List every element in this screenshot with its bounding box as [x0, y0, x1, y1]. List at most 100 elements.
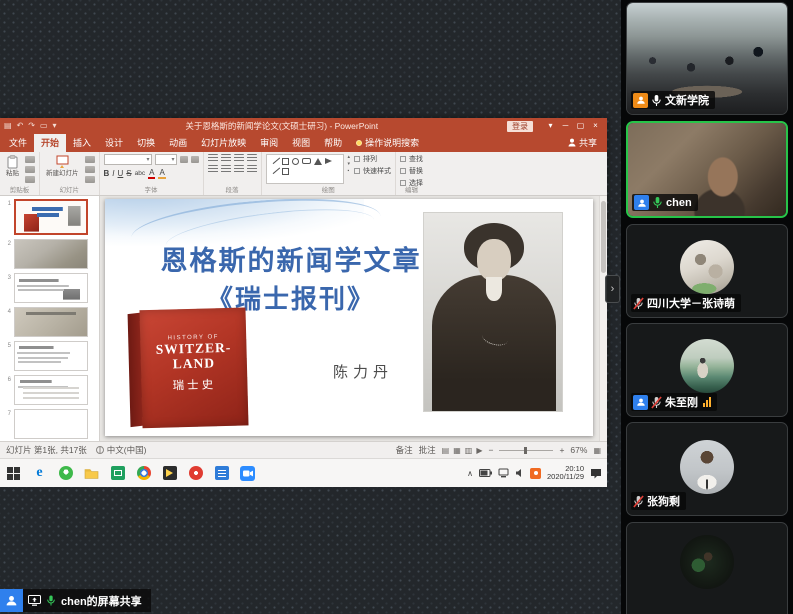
redo-icon[interactable]: ↷ [28, 121, 35, 131]
slide-scrollbar[interactable] [599, 196, 607, 441]
security-tray-icon[interactable] [530, 467, 542, 479]
shrink-font-icon[interactable] [190, 156, 199, 163]
slide-sorter-view-icon[interactable]: ▦ [453, 446, 461, 455]
tab-review[interactable]: 审阅 [253, 134, 285, 152]
comments-button[interactable]: 批注 [419, 444, 436, 456]
arrange-button[interactable]: 排列 [354, 154, 391, 164]
zoom-slider[interactable] [499, 446, 554, 454]
green-app-icon[interactable] [109, 465, 126, 482]
line-spacing-icon[interactable] [246, 165, 257, 173]
participant-tile-2-active-speaker[interactable]: chen [626, 121, 788, 218]
format-painter-icon[interactable] [25, 176, 35, 183]
red-app-icon[interactable] [187, 465, 204, 482]
sidebar-collapse-button[interactable]: › [605, 275, 620, 303]
slide-thumbnail-6[interactable]: 6 [3, 375, 94, 405]
speaker-icon[interactable] [515, 468, 524, 478]
zoom-out-button[interactable]: − [488, 445, 493, 455]
start-button[interactable] [5, 465, 22, 482]
tell-me-search[interactable]: 操作说明搜索 [349, 134, 426, 152]
font-size-combobox[interactable]: ▾ [154, 154, 177, 165]
slide-thumbnail-2[interactable]: 2 [3, 239, 94, 269]
indent-decrease-icon[interactable] [233, 154, 244, 162]
zoom-slider-thumb[interactable] [524, 446, 528, 454]
green-browser-icon[interactable] [57, 465, 74, 482]
strikethrough-button[interactable]: S [126, 168, 131, 179]
tab-home[interactable]: 开始 [34, 134, 67, 152]
network-icon[interactable] [498, 468, 509, 478]
participant-tile-5[interactable]: 张狗剩 [626, 422, 788, 516]
zoom-percentage[interactable]: 67% [570, 445, 587, 455]
participant-tile-6[interactable] [626, 522, 788, 614]
bullets-icon[interactable] [207, 154, 218, 162]
zoom-in-button[interactable]: + [559, 445, 564, 455]
grow-font-icon[interactable] [179, 156, 188, 163]
indent-increase-icon[interactable] [246, 154, 257, 162]
tab-insert[interactable]: 插入 [66, 134, 98, 152]
share-button[interactable]: 共享 [560, 134, 605, 152]
tab-design[interactable]: 设计 [98, 134, 130, 152]
edge-browser-icon[interactable]: e [31, 465, 48, 482]
start-slideshow-icon[interactable]: ▭ [40, 121, 48, 131]
notes-button[interactable]: 备注 [396, 444, 413, 456]
slide-thumbnail-5[interactable]: 5 [3, 341, 94, 371]
current-slide[interactable]: 恩格斯的新闻学文章 《瑞士报刊》 HISTORY OF SWITZER- LAN… [105, 199, 593, 436]
save-icon[interactable]: ▤ [4, 121, 12, 131]
participant-tile-3[interactable]: 四川大学－张诗萌 [626, 224, 788, 318]
fit-to-window-icon[interactable]: ▦ [593, 446, 601, 455]
ribbon-display-options-button[interactable]: ▾ [543, 119, 558, 133]
action-center-icon[interactable] [590, 468, 602, 479]
restore-button[interactable]: ▢ [573, 119, 588, 133]
normal-view-icon[interactable]: ▤ [442, 446, 450, 455]
slideshow-view-icon[interactable]: ▶ [476, 446, 482, 455]
clear-formatting-button[interactable]: abc [135, 168, 145, 179]
tab-animations[interactable]: 动画 [162, 134, 194, 152]
language-indicator[interactable]: 中文(中国) [95, 444, 146, 456]
file-explorer-icon[interactable] [83, 465, 100, 482]
quick-styles-button[interactable]: 快速样式 [354, 166, 391, 176]
chrome-browser-icon[interactable] [135, 465, 152, 482]
font-name-combobox[interactable]: ▾ [103, 154, 152, 165]
align-center-icon[interactable] [220, 165, 231, 173]
scrollbar-thumb[interactable] [601, 201, 606, 273]
close-button[interactable]: × [588, 119, 603, 133]
align-right-icon[interactable] [233, 165, 244, 173]
tab-help[interactable]: 帮助 [317, 134, 349, 152]
align-left-icon[interactable] [207, 165, 218, 173]
participant-tile-1[interactable]: 文新学院 [626, 2, 788, 115]
undo-icon[interactable]: ↶ [17, 121, 24, 131]
slide-thumbnail-4[interactable]: 4 [3, 307, 94, 337]
signin-button[interactable]: 登录 [507, 120, 533, 132]
tab-view[interactable]: 视图 [285, 134, 317, 152]
slide-thumbnail-3[interactable]: 3 [3, 273, 94, 303]
battery-icon[interactable] [479, 469, 493, 477]
minimize-button[interactable]: ─ [558, 119, 573, 133]
shapes-gallery[interactable] [265, 154, 344, 184]
underline-button[interactable]: U [118, 168, 124, 179]
participant-tile-4[interactable]: 朱至刚 [626, 323, 788, 417]
highlight-color-button[interactable]: A [158, 168, 166, 179]
gallery-up-icon[interactable]: ▴ [348, 154, 351, 160]
font-color-button[interactable]: A [148, 168, 156, 179]
layout-icon[interactable] [84, 156, 95, 163]
tray-expand-icon[interactable]: ∧ [467, 469, 473, 478]
tab-transitions[interactable]: 切换 [130, 134, 162, 152]
tab-slideshow[interactable]: 幻灯片放映 [194, 134, 253, 152]
numbering-icon[interactable] [220, 154, 231, 162]
copy-icon[interactable] [25, 166, 35, 173]
cut-icon[interactable] [25, 156, 35, 163]
media-player-icon[interactable] [161, 465, 178, 482]
bold-button[interactable]: B [104, 168, 110, 179]
italic-button[interactable]: I [112, 168, 114, 179]
section-icon[interactable] [84, 176, 95, 183]
gallery-more-icon[interactable]: ▪ [348, 168, 351, 174]
reset-icon[interactable] [84, 166, 95, 173]
slide-thumbnail-1[interactable]: 1 [3, 199, 94, 235]
replace-button[interactable]: 替换 [400, 166, 423, 176]
reading-view-icon[interactable]: ▥ [465, 446, 473, 455]
find-button[interactable]: 查找 [400, 154, 423, 164]
tencent-meeting-icon[interactable] [239, 465, 256, 482]
tab-file[interactable]: 文件 [2, 134, 34, 152]
gallery-down-icon[interactable]: ▾ [348, 161, 351, 167]
slide-thumbnail-7[interactable]: 7 [3, 409, 94, 439]
blue-doc-app-icon[interactable] [213, 465, 230, 482]
